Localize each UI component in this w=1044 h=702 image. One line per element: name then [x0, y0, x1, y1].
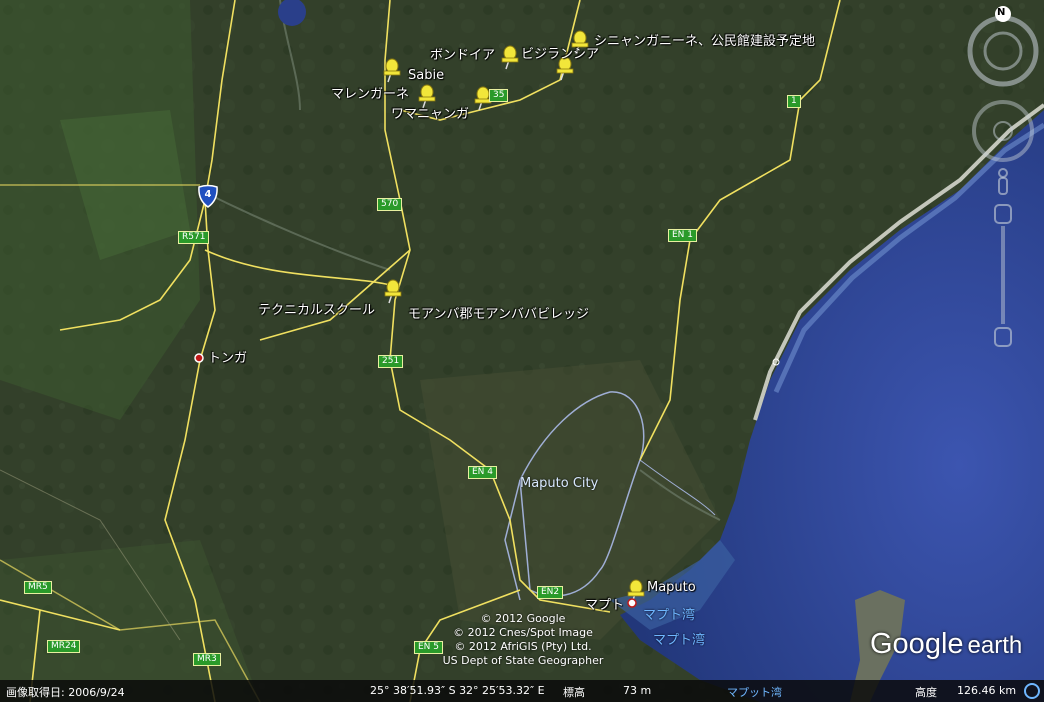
elevation-value: 73 m — [623, 684, 652, 697]
zoom-slider[interactable] — [994, 204, 1012, 349]
streaming-indicator-icon — [1024, 683, 1040, 699]
label-shinyangani[interactable]: シニャンガニーネ、公民館建設予定地 — [594, 30, 815, 49]
road-shield-35: 35 — [489, 89, 509, 102]
label-bondoia[interactable]: ボンドイア — [430, 44, 495, 63]
street-view-icon[interactable] — [996, 168, 1010, 196]
road-shield-mr24: MR24 — [47, 640, 81, 653]
tonga-marker — [194, 353, 204, 363]
partial-water-label: マプット湾 — [727, 686, 782, 699]
road-shield-en4: EN 4 — [468, 466, 498, 479]
label-marengane[interactable]: マレンガーネ — [331, 83, 409, 102]
label-tekunikaru[interactable]: テクニカルスクール — [258, 299, 375, 318]
label-maputo[interactable]: Maputo — [647, 580, 696, 595]
road-shield-en2: EN2 — [537, 586, 564, 599]
label-maputo-jp[interactable]: マプト — [585, 594, 624, 613]
coordinates-readout: 25° 38′51.93″ S 32° 25′53.32″ E — [370, 684, 545, 697]
road-shield-570: 570 — [377, 198, 403, 211]
look-joystick[interactable] — [968, 96, 1038, 166]
north-indicator[interactable]: N — [997, 7, 1005, 18]
maputo-marker — [627, 598, 637, 608]
label-wamanyanga[interactable]: ワマニャンガ — [391, 103, 469, 122]
label-maputo-city: Maputo City — [520, 476, 599, 491]
imagery-date: 画像取得日: 2006/9/24 — [6, 686, 125, 699]
altitude-label: 高度 — [915, 686, 937, 699]
label-tonga[interactable]: トンガ — [208, 347, 247, 366]
label-sabie[interactable]: Sabie — [408, 68, 444, 83]
elevation-label: 標高 — [563, 686, 585, 699]
label-bijiranshia[interactable]: ビジランシア — [521, 43, 599, 62]
altitude-value: 126.46 km — [957, 684, 1017, 697]
road-shield-en1: EN 1 — [668, 229, 698, 242]
road-shield-1: 1 — [787, 95, 801, 108]
road-shield-r571: R571 — [178, 231, 210, 244]
highway-shield-n4: 4 — [197, 184, 219, 208]
google-earth-logo: Google earth — [870, 628, 1023, 660]
road-shield-251: 251 — [378, 355, 404, 368]
status-bar: 画像取得日: 2006/9/24 25° 38′51.93″ S 32° 25′… — [0, 680, 1044, 702]
road-shield-mr5: MR5 — [24, 581, 52, 594]
label-moamba[interactable]: モアンバ郡モアンババビレッジ — [408, 303, 589, 322]
copyright-block: © 2012 Google © 2012 Cnes/Spot Image © 2… — [442, 612, 604, 667]
label-maputo-bay-1: マプト湾 — [643, 608, 696, 623]
navigation-compass[interactable]: N — [966, 4, 1040, 90]
road-shield-mr3: MR3 — [193, 653, 221, 666]
satellite-map[interactable] — [0, 0, 1044, 702]
label-maputo-bay-2: マプト湾 — [653, 633, 706, 648]
